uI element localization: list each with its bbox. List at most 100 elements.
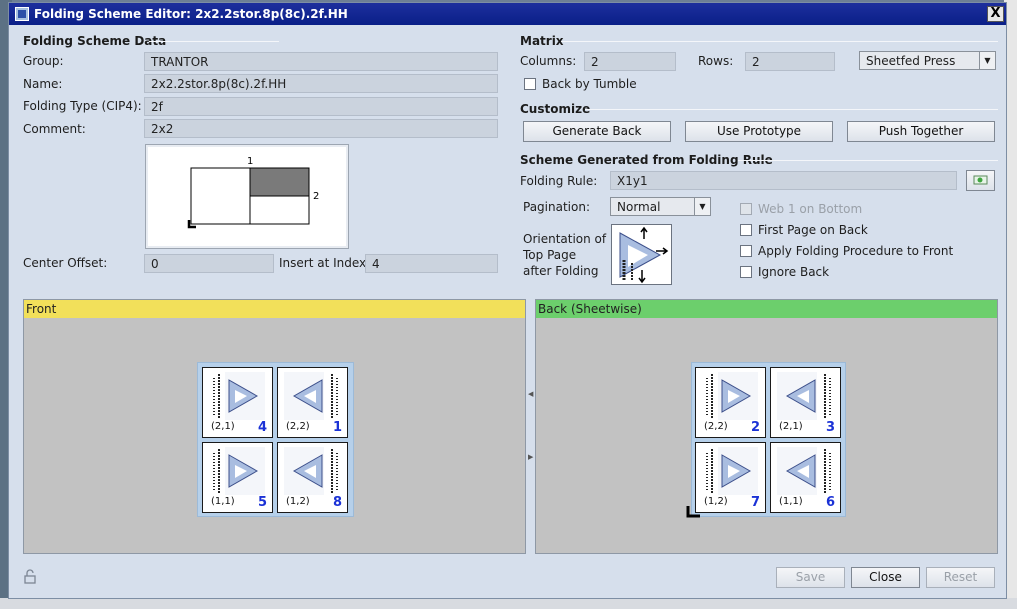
folding-rule-label: Folding Rule: xyxy=(520,174,598,188)
back-by-tumble-label: Back by Tumble xyxy=(542,77,637,91)
page-glyph xyxy=(706,372,758,420)
chevron-down-icon[interactable]: ▼ xyxy=(694,198,710,215)
push-together-button[interactable]: Push Together xyxy=(847,121,995,142)
insert-at-index-label: Insert at Index xyxy=(279,256,367,270)
columns-label: Columns: xyxy=(520,54,577,68)
collapse-left-icon[interactable]: ◀ xyxy=(528,390,533,398)
tile-coord: (1,2) xyxy=(286,496,310,507)
sheet-corner-mark xyxy=(686,506,700,518)
front-tile[interactable]: (2,1) 4 xyxy=(202,367,273,438)
expand-right-icon[interactable]: ▶ xyxy=(528,453,533,461)
back-tile[interactable]: (1,1) 6 xyxy=(770,442,841,513)
name-label: Name: xyxy=(23,77,63,91)
title-bar[interactable]: Folding Scheme Editor: 2x2.2stor.8p(8c).… xyxy=(9,3,1006,25)
orientation-label-line3: after Folding xyxy=(523,264,599,278)
close-button[interactable]: Close xyxy=(851,567,920,588)
back-by-tumble-checkbox[interactable] xyxy=(524,78,536,90)
section-divider xyxy=(561,41,998,42)
preview-top-number: 1 xyxy=(247,156,253,167)
pagination-value: Normal xyxy=(617,200,661,214)
back-tile[interactable]: (2,1) 3 xyxy=(770,367,841,438)
tile-page-number: 5 xyxy=(257,495,267,510)
press-type-select[interactable]: Sheetfed Press ▼ xyxy=(859,51,996,70)
tile-page-number: 3 xyxy=(825,420,835,435)
app-icon xyxy=(15,7,29,21)
window-title: Folding Scheme Editor: 2x2.2stor.8p(8c).… xyxy=(34,7,348,21)
tile-page-number: 2 xyxy=(750,420,760,435)
scheme-generated-heading: Scheme Generated from Folding Rule xyxy=(520,153,773,167)
insert-at-index-field[interactable]: 4 xyxy=(365,254,498,273)
lock-icon[interactable] xyxy=(23,569,39,585)
front-panel-header: Front xyxy=(24,300,525,318)
use-prototype-button[interactable]: Use Prototype xyxy=(685,121,833,142)
tile-coord: (1,2) xyxy=(704,496,728,507)
page-glyph xyxy=(213,447,265,495)
panel-splitter[interactable]: ◀ ▶ xyxy=(526,298,535,553)
back-tile[interactable]: (1,2) 7 xyxy=(695,442,766,513)
front-panel[interactable]: Front (2,1) 4 (2,2) 1 (1,1) 5 (1,2) 8 xyxy=(23,299,526,554)
folding-rule-icon-glyph xyxy=(973,175,987,185)
group-label: Group: xyxy=(23,54,64,68)
chevron-down-icon[interactable]: ▼ xyxy=(979,52,995,69)
ignore-back-checkbox[interactable] xyxy=(740,266,752,278)
group-field[interactable]: TRANTOR xyxy=(144,52,498,71)
folding-scheme-editor-window: Folding Scheme Editor: 2x2.2stor.8p(8c).… xyxy=(8,2,1007,599)
center-offset-field[interactable]: 0 xyxy=(144,254,274,273)
apply-folding-procedure-label: Apply Folding Procedure to Front xyxy=(758,244,954,258)
back-panel[interactable]: Back (Sheetwise) (2,2) 2 (2,1) 3 (1,2) 7… xyxy=(535,299,998,554)
generate-back-button[interactable]: Generate Back xyxy=(523,121,671,142)
folding-type-field[interactable]: 2f xyxy=(144,97,498,116)
folding-scheme-data-heading: Folding Scheme Data xyxy=(23,34,167,48)
back-tile[interactable]: (2,2) 2 xyxy=(695,367,766,438)
columns-field[interactable]: 2 xyxy=(584,52,676,71)
front-tile[interactable]: (1,2) 8 xyxy=(277,442,348,513)
front-tile[interactable]: (1,1) 5 xyxy=(202,442,273,513)
first-page-on-back-checkbox[interactable] xyxy=(740,224,752,236)
front-tile[interactable]: (2,2) 1 xyxy=(277,367,348,438)
tile-coord: (2,1) xyxy=(779,421,803,432)
tile-page-number: 8 xyxy=(332,495,342,510)
folding-rule-field[interactable]: X1y1 xyxy=(610,171,957,190)
tile-coord: (1,1) xyxy=(779,496,803,507)
apply-folding-procedure-checkbox[interactable] xyxy=(740,245,752,257)
front-page-grid: (2,1) 4 (2,2) 1 (1,1) 5 (1,2) 8 xyxy=(197,362,354,517)
desktop-background-bottom xyxy=(0,598,1017,609)
tile-coord: (2,1) xyxy=(211,421,235,432)
press-type-value: Sheetfed Press xyxy=(866,54,956,68)
web1-on-bottom-checkbox[interactable] xyxy=(740,203,752,215)
preview-right-number: 2 xyxy=(313,191,319,202)
section-divider xyxy=(738,160,998,161)
orientation-label-line2: Top Page xyxy=(523,248,577,262)
section-divider xyxy=(585,109,998,110)
folding-rule-icon[interactable] xyxy=(966,170,995,191)
page-glyph xyxy=(284,372,338,420)
section-divider xyxy=(149,41,279,42)
tile-page-number: 1 xyxy=(332,420,342,435)
folding-scheme-preview: 1 2 xyxy=(145,144,349,249)
tile-coord: (2,2) xyxy=(704,421,728,432)
center-offset-label: Center Offset: xyxy=(23,256,108,270)
tile-coord: (1,1) xyxy=(211,496,235,507)
web1-on-bottom-label: Web 1 on Bottom xyxy=(758,202,863,216)
ignore-back-label: Ignore Back xyxy=(758,265,830,279)
page-glyph xyxy=(213,372,265,420)
page-glyph xyxy=(284,447,338,495)
pagination-select[interactable]: Normal ▼ xyxy=(610,197,711,216)
matrix-heading: Matrix xyxy=(520,34,564,48)
tile-coord: (2,2) xyxy=(286,421,310,432)
comment-field[interactable]: 2x2 xyxy=(144,119,498,138)
save-button[interactable]: Save xyxy=(776,567,845,588)
customize-heading: Customize xyxy=(520,102,591,116)
first-page-on-back-label: First Page on Back xyxy=(758,223,868,237)
orientation-icon[interactable] xyxy=(611,224,672,285)
pagination-label: Pagination: xyxy=(523,200,590,214)
orientation-glyph xyxy=(619,226,669,284)
name-field[interactable]: 2x2.2stor.8p(8c).2f.HH xyxy=(144,74,498,93)
tile-page-number: 7 xyxy=(750,495,760,510)
rows-field[interactable]: 2 xyxy=(745,52,835,71)
orientation-label-line1: Orientation of xyxy=(523,232,607,246)
close-window-button[interactable]: X xyxy=(987,6,1004,22)
back-page-grid: (2,2) 2 (2,1) 3 (1,2) 7 (1,1) 6 xyxy=(691,362,846,517)
reset-button[interactable]: Reset xyxy=(926,567,995,588)
rows-label: Rows: xyxy=(698,54,734,68)
